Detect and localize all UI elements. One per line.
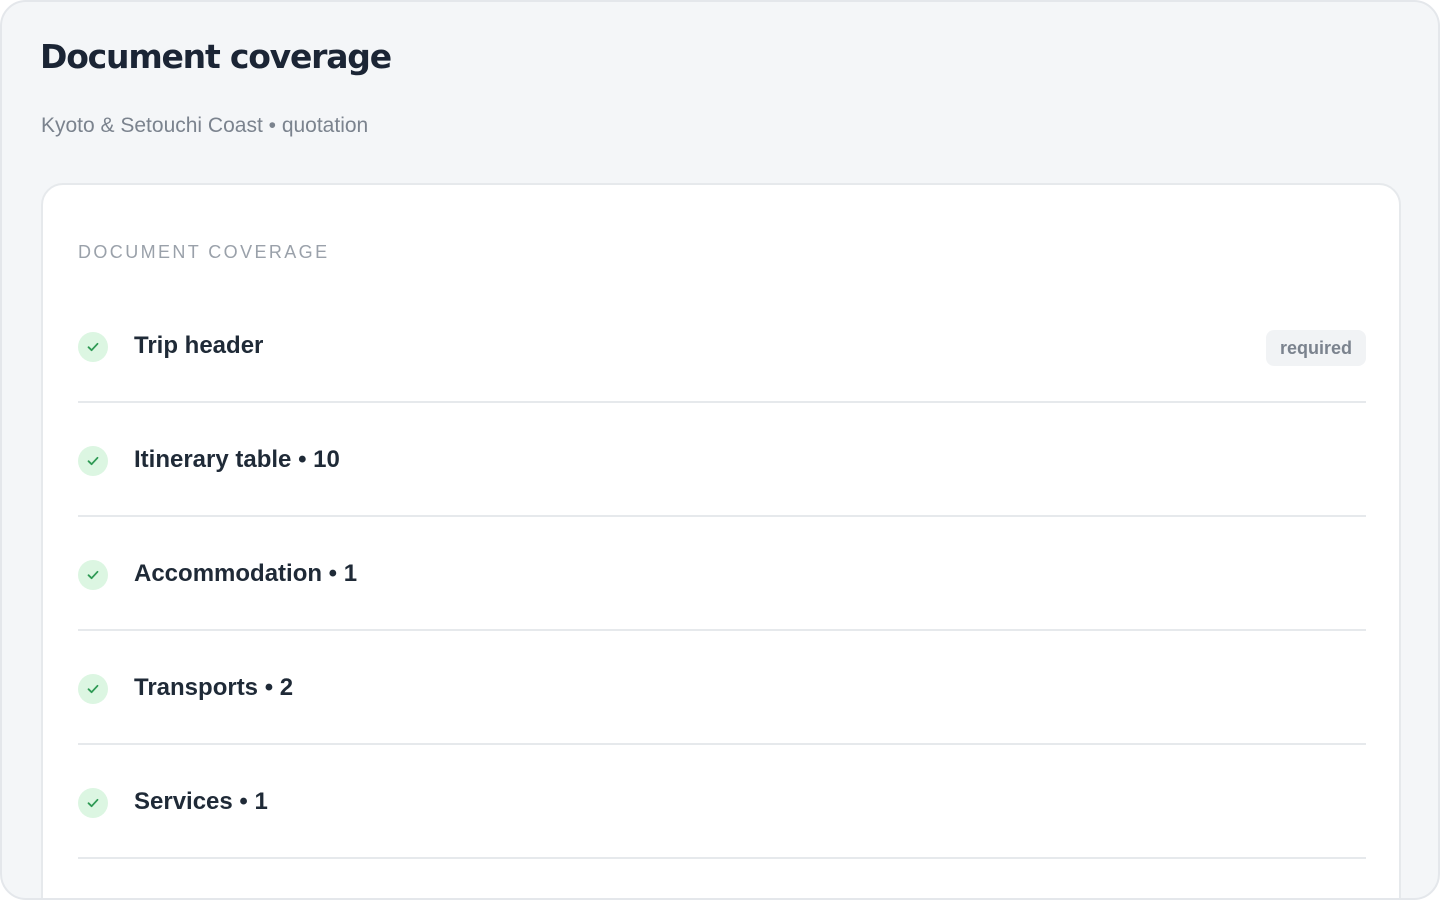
check-circle-icon: [78, 560, 108, 590]
page-title: Document coverage: [40, 37, 392, 76]
coverage-row-transports: Transports • 2: [78, 631, 1366, 745]
required-badge: required: [1265, 330, 1366, 366]
document-coverage-panel: Document coverage Kyoto & Setouchi Coast…: [0, 0, 1440, 900]
coverage-row-label: Transports • 2: [134, 674, 294, 701]
check-circle-icon: [78, 446, 108, 476]
check-circle-icon: [78, 674, 108, 704]
coverage-row-itinerary-table: Itinerary table • 10: [78, 403, 1366, 517]
coverage-row-services: Services • 1: [78, 745, 1366, 859]
coverage-row-label: Itinerary table • 10: [134, 446, 340, 473]
check-circle-icon: [78, 332, 108, 362]
coverage-row-label: Services • 1: [134, 788, 268, 815]
page-subtitle: Kyoto & Setouchi Coast • quotation: [41, 114, 369, 137]
coverage-list: Trip header required Itinerary table • 1…: [78, 289, 1366, 859]
section-label: DOCUMENT COVERAGE: [78, 242, 330, 262]
coverage-row-trip-header: Trip header required: [78, 289, 1366, 403]
coverage-row-accommodation: Accommodation • 1: [78, 517, 1366, 631]
coverage-card: DOCUMENT COVERAGE Trip header required I…: [41, 183, 1401, 898]
coverage-row-label: Accommodation • 1: [134, 560, 358, 587]
check-circle-icon: [78, 788, 108, 818]
coverage-row-label: Trip header: [134, 332, 264, 359]
